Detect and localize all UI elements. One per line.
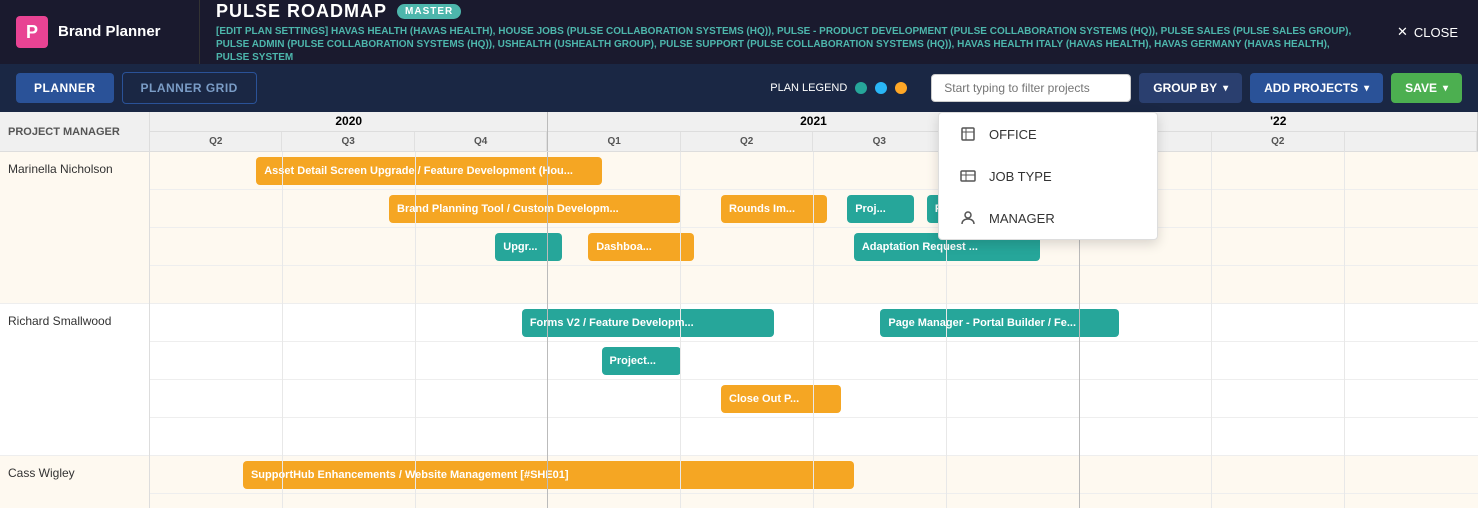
q4-2020: Q4 [415, 132, 547, 152]
gantt-container: PROJECT MANAGER Marinella Nicholson Rich… [0, 112, 1478, 508]
bar-label: SupportHub Enhancements / Website Manage… [251, 469, 569, 481]
timeline-row-8: SupportHub Enhancements / Website Manage… [150, 456, 1478, 494]
timeline-row-2: Upgr... Dashboa... Adaptation Request ..… [150, 228, 1478, 266]
plan-legend: PLAN LEGEND [770, 82, 907, 94]
bar-asset-detail[interactable]: Asset Detail Screen Upgrade / Feature De… [256, 157, 601, 185]
q2-2022: Q2 [1212, 132, 1344, 152]
q3-2021: Q3 [813, 132, 946, 152]
save-chevron-icon: ▾ [1443, 83, 1448, 94]
q2-2020: Q2 [150, 132, 282, 152]
group-by-chevron-icon: ▾ [1223, 83, 1228, 94]
manager-name-cass: Cass Wigley [8, 466, 75, 480]
manager-row-cass: Cass Wigley [0, 456, 149, 508]
table-icon [959, 167, 977, 185]
app-header: P Brand Planner PULSE ROADMAP MASTER [ED… [0, 0, 1478, 64]
timeline-row-1: Brand Planning Tool / Custom Developm...… [150, 190, 1478, 228]
save-button[interactable]: SAVE ▾ [1391, 73, 1462, 103]
manager-row-richard: Richard Smallwood [0, 304, 149, 456]
bar-label: Project... [610, 355, 656, 367]
q1-2021: Q1 [548, 132, 681, 152]
bar-label: Proj... [855, 203, 886, 215]
close-label: CLOSE [1414, 25, 1458, 40]
filter-projects-input[interactable] [931, 74, 1131, 102]
gantt-left-panel: PROJECT MANAGER Marinella Nicholson Rich… [0, 112, 150, 508]
q3-2022 [1345, 132, 1477, 152]
timeline-row-4: Forms V2 / Feature Developm... Page Mana… [150, 304, 1478, 342]
bar-label: Asset Detail Screen Upgrade / Feature De… [264, 165, 573, 177]
bar-label: Adaptation Request ... [862, 241, 978, 253]
bar-label: Dashboa... [596, 241, 652, 253]
save-label: SAVE [1405, 81, 1437, 95]
bar-label: Rounds Im... [729, 203, 795, 215]
dropdown-item-job-type[interactable]: JOB TYPE [939, 155, 1157, 197]
timeline-header: 2020 Q2 Q3 Q4 2021 Q1 Q2 Q3 Q4 [150, 112, 1478, 152]
add-projects-chevron-icon: ▾ [1364, 83, 1369, 94]
project-manager-label: PROJECT MANAGER [8, 126, 120, 138]
add-projects-label: ADD PROJECTS [1264, 81, 1358, 95]
timeline-row-3 [150, 266, 1478, 304]
timeline-row-0: Asset Detail Screen Upgrade / Feature De… [150, 152, 1478, 190]
legend-dot-orange [895, 82, 907, 94]
brand-name: Brand Planner [58, 23, 161, 41]
bar-proj-1[interactable]: Proj... [847, 195, 913, 223]
bar-label: Forms V2 / Feature Developm... [530, 317, 694, 329]
close-x-icon: ✕ [1397, 24, 1408, 40]
job-type-label: JOB TYPE [989, 169, 1052, 184]
toolbar: PLANNER PLANNER GRID PLAN LEGEND GROUP B… [0, 64, 1478, 112]
office-label: OFFICE [989, 127, 1037, 142]
dropdown-item-office[interactable]: OFFICE [939, 113, 1157, 155]
project-manager-header: PROJECT MANAGER [0, 112, 149, 152]
logo-icon: P [16, 16, 48, 48]
manager-name-marinella: Marinella Nicholson [8, 162, 113, 176]
legend-dot-teal [855, 82, 867, 94]
group-by-button[interactable]: GROUP BY ▾ [1139, 73, 1242, 103]
legend-dot-blue [875, 82, 887, 94]
dropdown-item-manager[interactable]: MANAGER [939, 197, 1157, 239]
plan-title: PULSE ROADMAP [216, 1, 387, 22]
add-projects-button[interactable]: ADD PROJECTS ▾ [1250, 73, 1383, 103]
close-button[interactable]: ✕ CLOSE [1377, 0, 1478, 64]
group-by-dropdown: OFFICE JOB TYPE MANAGER [938, 112, 1158, 240]
timeline-row-9 [150, 494, 1478, 508]
bar-label: Close Out P... [729, 393, 799, 405]
planner-grid-button[interactable]: PLANNER GRID [122, 72, 257, 104]
bar-label: Brand Planning Tool / Custom Developm... [397, 203, 619, 215]
bar-supporthub[interactable]: SupportHub Enhancements / Website Manage… [243, 461, 854, 489]
planner-button[interactable]: PLANNER [16, 73, 114, 103]
bar-project-2[interactable]: Project... [602, 347, 682, 375]
manager-label: MANAGER [989, 211, 1055, 226]
timeline-row-6: Close Out P... [150, 380, 1478, 418]
manager-row-marinella: Marinella Nicholson [0, 152, 149, 304]
timeline-row-7 [150, 418, 1478, 456]
bar-close-out[interactable]: Close Out P... [721, 385, 841, 413]
gantt-rows-area: Asset Detail Screen Upgrade / Feature De… [150, 152, 1478, 508]
gantt-right-panel: 2020 Q2 Q3 Q4 2021 Q1 Q2 Q3 Q4 [150, 112, 1478, 508]
bar-forms-v2[interactable]: Forms V2 / Feature Developm... [522, 309, 774, 337]
person-icon [959, 209, 977, 227]
header-subtitle: [EDIT PLAN SETTINGS] HAVAS HEALTH (HAVAS… [216, 25, 1361, 64]
header-title-row: PULSE ROADMAP MASTER [216, 1, 1361, 22]
bar-dashboa[interactable]: Dashboa... [588, 233, 694, 261]
bar-label: Upgr... [503, 241, 537, 253]
plan-legend-label: PLAN LEGEND [770, 82, 847, 94]
q2-2021: Q2 [681, 132, 814, 152]
group-by-label: GROUP BY [1153, 81, 1217, 95]
header-center: PULSE ROADMAP MASTER [EDIT PLAN SETTINGS… [200, 0, 1377, 64]
edit-plan-link[interactable]: [EDIT PLAN SETTINGS] [216, 26, 328, 37]
bar-page-manager[interactable]: Page Manager - Portal Builder / Fe... [880, 309, 1119, 337]
logo-area: P Brand Planner [0, 0, 200, 64]
bar-brand-planning[interactable]: Brand Planning Tool / Custom Developm... [389, 195, 681, 223]
q3-2020: Q3 [282, 132, 414, 152]
bar-upgr[interactable]: Upgr... [495, 233, 561, 261]
manager-name-richard: Richard Smallwood [8, 314, 111, 328]
timeline-row-5: Project... [150, 342, 1478, 380]
building-icon [959, 125, 977, 143]
bar-label: Page Manager - Portal Builder / Fe... [888, 317, 1076, 329]
bar-rounds[interactable]: Rounds Im... [721, 195, 827, 223]
subtitle-text: HAVAS HEALTH (HAVAS HEALTH), HOUSE JOBS … [216, 26, 1351, 63]
year-2020: 2020 Q2 Q3 Q4 [150, 112, 548, 151]
master-badge: MASTER [397, 4, 461, 19]
